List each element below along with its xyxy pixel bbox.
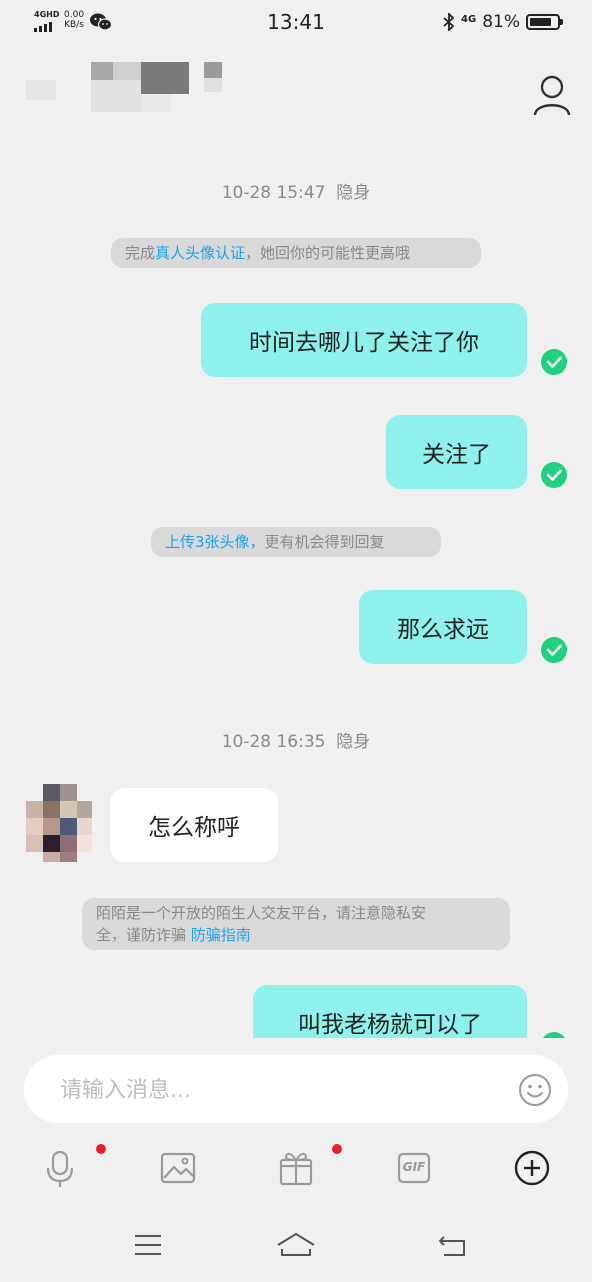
- home-icon[interactable]: [274, 1225, 318, 1265]
- emoji-icon[interactable]: [518, 1073, 552, 1107]
- battery-percent: 81%: [482, 12, 520, 32]
- battery-icon: [526, 14, 563, 30]
- person-icon[interactable]: [532, 74, 572, 118]
- gif-label: GIF: [402, 1160, 426, 1174]
- upload-avatar-link[interactable]: 上传3张头像，: [165, 533, 265, 551]
- back-icon[interactable]: [430, 1225, 474, 1265]
- chat-header: [0, 46, 592, 138]
- input-toolbar: GIF: [0, 1138, 592, 1198]
- microphone-icon[interactable]: [38, 1146, 82, 1190]
- system-notice: 陌陌是一个开放的陌生人交友平台，请注意隐私安 全，谨防诈骗 防骗指南: [82, 898, 510, 950]
- outgoing-message[interactable]: 那么求远: [359, 590, 527, 664]
- timestamp: 10-28 16:35 隐身: [221, 732, 371, 752]
- read-check-icon: [541, 349, 567, 375]
- voice-badge: [96, 1144, 106, 1154]
- system-nav-bar: [0, 1215, 592, 1275]
- message-input-bar: [24, 1055, 568, 1123]
- contact-avatar[interactable]: [26, 784, 92, 862]
- anti-fraud-guide-link[interactable]: 防骗指南: [191, 926, 251, 944]
- image-icon[interactable]: [156, 1146, 200, 1190]
- avatar-verify-link[interactable]: 真人头像认证: [155, 244, 245, 262]
- timestamp: 10-28 15:47 隐身: [221, 183, 371, 203]
- read-check-icon: [541, 462, 567, 488]
- contact-name-blurred: [26, 60, 226, 130]
- message-input[interactable]: [58, 1069, 502, 1111]
- read-check-icon: [541, 637, 567, 663]
- outgoing-message[interactable]: 时间去哪儿了关注了你: [201, 303, 527, 377]
- plus-icon[interactable]: [510, 1146, 554, 1190]
- system-notice: 完成真人头像认证，她回你的可能性更高哦: [111, 238, 481, 268]
- status-right: 4G 81%: [443, 12, 563, 32]
- message-list[interactable]: 10-28 15:47 隐身 完成真人头像认证，她回你的可能性更高哦 时间去哪儿…: [0, 138, 592, 1038]
- outgoing-message[interactable]: 关注了: [386, 415, 527, 489]
- incoming-message[interactable]: 怎么称呼: [110, 788, 278, 862]
- menu-icon[interactable]: [126, 1225, 170, 1265]
- read-check-icon: [541, 1032, 567, 1038]
- bluetooth-icon: [443, 13, 455, 31]
- cellular-type: 4G: [461, 13, 477, 25]
- gift-icon[interactable]: [274, 1146, 318, 1190]
- outgoing-message[interactable]: 叫我老杨就可以了: [253, 985, 527, 1038]
- gif-icon[interactable]: GIF: [392, 1146, 436, 1190]
- gift-badge: [332, 1144, 342, 1154]
- status-bar: 4GHD 0.00 KB/s 13:41 4G 81%: [0, 0, 592, 46]
- system-notice: 上传3张头像，更有机会得到回复: [151, 527, 441, 557]
